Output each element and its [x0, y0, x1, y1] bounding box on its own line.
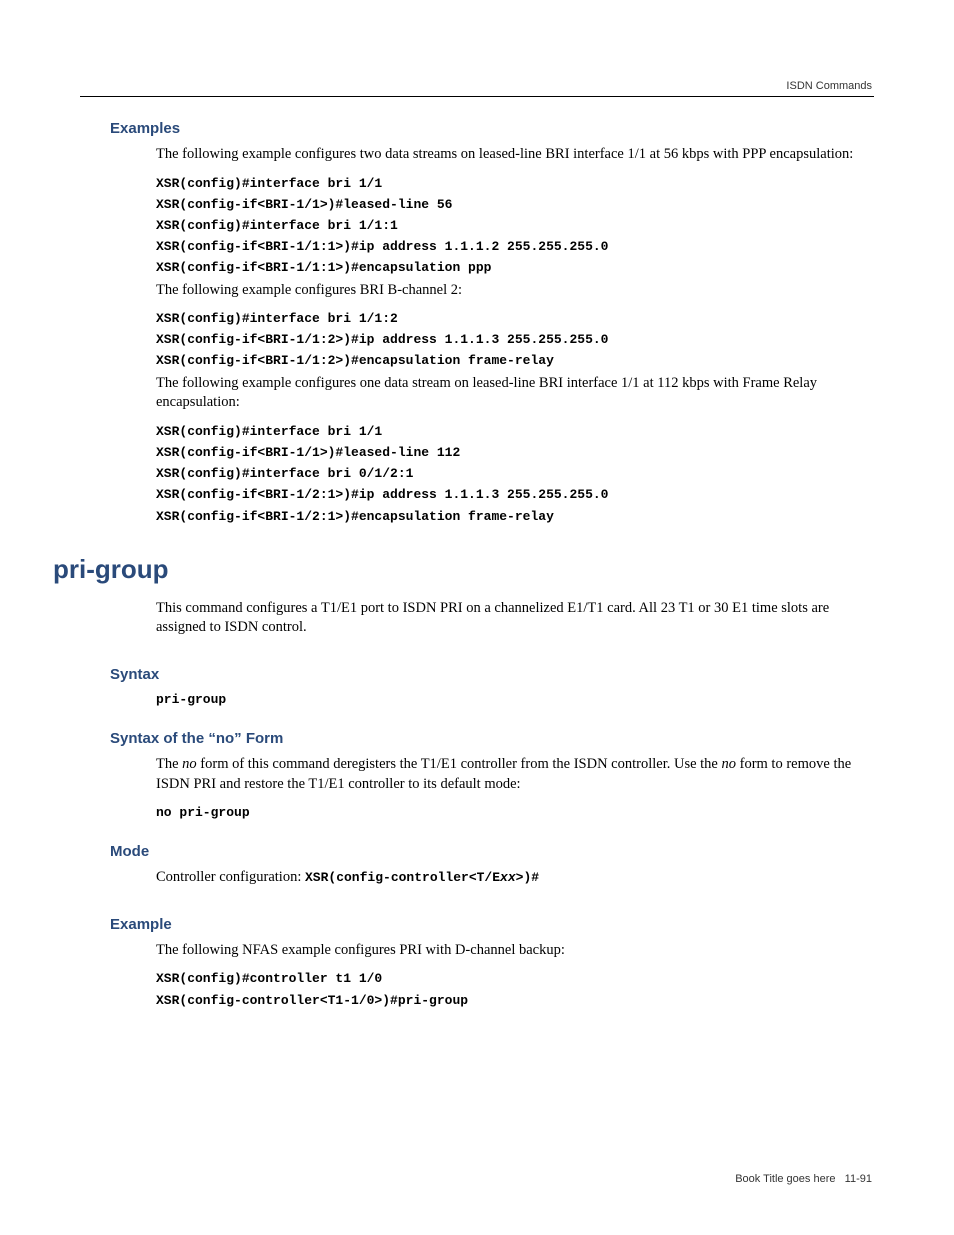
pri-group-title: pri-group — [53, 554, 874, 585]
mode-desc: Controller configuration: XSR(config-con… — [156, 868, 874, 888]
examples-intro-2: The following example configures BRI B-c… — [156, 281, 874, 301]
examples-code-1-line-3: XSR(config)#interface bri 1/1:1 — [156, 217, 874, 235]
examples-code-3-line-3: XSR(config)#interface bri 0/1/2:1 — [156, 465, 874, 483]
examples-code-2-line-3: XSR(config-if<BRI-1/1:2>)#encapsulation … — [156, 352, 874, 370]
examples-intro-1: The following example configures two dat… — [156, 145, 874, 165]
syntax-no-heading: Syntax of the “no” Form — [110, 730, 874, 747]
pri-group-desc: This command configures a T1/E1 port to … — [156, 599, 874, 638]
example-intro: The following NFAS example configures PR… — [156, 941, 874, 961]
examples-code-2-line-1: XSR(config)#interface bri 1/1:2 — [156, 310, 874, 328]
syntax-no-italic-2: no — [722, 756, 737, 772]
page-footer: Book Title goes here 11-91 — [735, 1173, 872, 1185]
syntax-no-mid: form of this command deregisters the T1/… — [197, 756, 722, 772]
syntax-no-code: no pri-group — [156, 804, 874, 822]
examples-code-3-line-4: XSR(config-if<BRI-1/2:1>)#ip address 1.1… — [156, 486, 874, 504]
header-rule — [80, 96, 874, 97]
mode-heading: Mode — [110, 843, 874, 860]
examples-code-1-line-2: XSR(config-if<BRI-1/1>)#leased-line 56 — [156, 196, 874, 214]
example-code-line-1: XSR(config)#controller t1 1/0 — [156, 970, 874, 988]
examples-code-3-line-1: XSR(config)#interface bri 1/1 — [156, 423, 874, 441]
mode-code-pre: XSR(config-controller<T/E — [305, 870, 500, 885]
syntax-code: pri-group — [156, 691, 874, 709]
page-content: Examples The following example configure… — [156, 120, 874, 1010]
example-heading: Example — [110, 916, 874, 933]
examples-code-1-line-1: XSR(config)#interface bri 1/1 — [156, 175, 874, 193]
footer-book-title: Book Title goes here — [735, 1173, 835, 1185]
footer-page-number: 11-91 — [845, 1173, 872, 1185]
example-code-line-2: XSR(config-controller<T1-1/0>)#pri-group — [156, 992, 874, 1010]
mode-pre: Controller configuration: — [156, 869, 305, 885]
mode-code-var: xx — [500, 870, 516, 885]
header-category: ISDN Commands — [786, 80, 872, 92]
examples-code-1-line-5: XSR(config-if<BRI-1/1:1>)#encapsulation … — [156, 259, 874, 277]
mode-code-post: >)# — [516, 870, 539, 885]
syntax-no-pre: The — [156, 756, 182, 772]
examples-code-1-line-4: XSR(config-if<BRI-1/1:1>)#ip address 1.1… — [156, 238, 874, 256]
syntax-heading: Syntax — [110, 666, 874, 683]
syntax-no-desc: The no form of this command deregisters … — [156, 755, 874, 794]
examples-code-3-line-2: XSR(config-if<BRI-1/1>)#leased-line 112 — [156, 444, 874, 462]
syntax-no-italic-1: no — [182, 756, 197, 772]
examples-code-3-line-5: XSR(config-if<BRI-1/2:1>)#encapsulation … — [156, 508, 874, 526]
examples-code-2-line-2: XSR(config-if<BRI-1/1:2>)#ip address 1.1… — [156, 331, 874, 349]
examples-intro-3: The following example configures one dat… — [156, 374, 874, 413]
examples-heading: Examples — [110, 120, 874, 137]
